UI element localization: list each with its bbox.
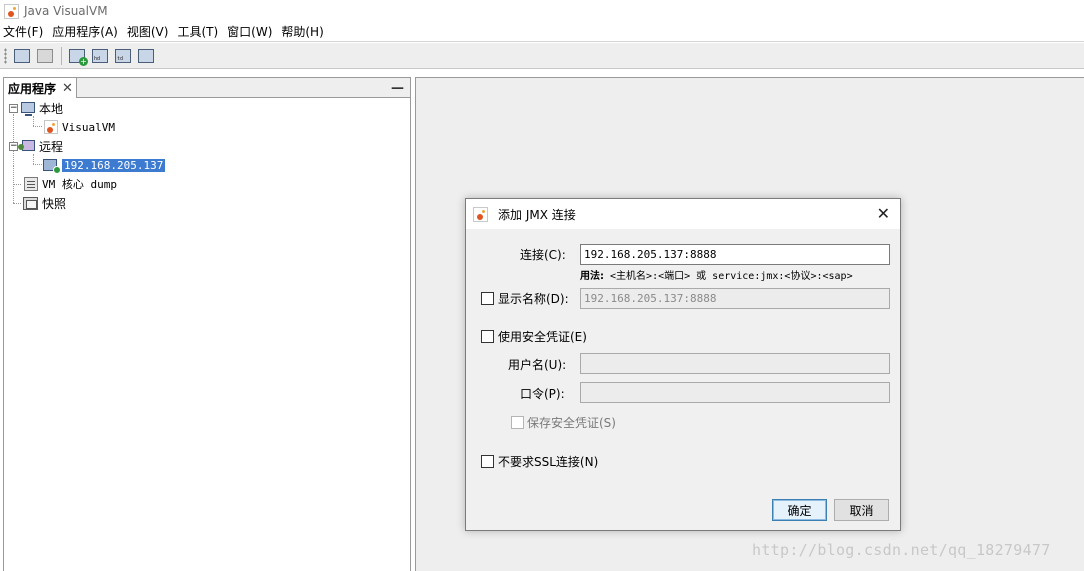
minimize-icon[interactable]: — <box>391 81 404 96</box>
toolbar: + hd td <box>0 43 1084 69</box>
tree-node-remote[interactable]: − 远程 <box>9 137 63 155</box>
tree-label-snapshots: 快照 <box>42 196 67 211</box>
tree-node-remote-host[interactable]: 192.168.205.137 <box>43 156 166 174</box>
visualvm-app-icon <box>473 206 488 222</box>
save-button[interactable] <box>36 47 54 65</box>
dialog-body: 连接(C): 192.168.205.137:8888 用法: <主机名>:<端… <box>466 229 900 531</box>
tree-label-local: 本地 <box>39 101 64 116</box>
menu-window[interactable]: 窗口(W) <box>227 23 272 40</box>
core-dump-icon <box>23 176 39 192</box>
usage-prefix: 用法: <box>580 271 604 282</box>
visualvm-app-icon <box>4 3 19 19</box>
window-title: Java VisualVM <box>24 4 108 18</box>
load-snapshot-icon <box>14 48 30 63</box>
username-input[interactable] <box>580 353 890 374</box>
add-jmx-connection-button[interactable]: + <box>68 47 88 66</box>
remote-host-group-icon <box>18 139 36 154</box>
tree-node-snapshots[interactable]: 快照 <box>23 194 66 212</box>
close-icon[interactable]: ✕ <box>877 204 890 223</box>
java-application-icon <box>43 119 59 135</box>
computer-icon <box>20 101 36 116</box>
save-icon <box>37 48 53 63</box>
no-ssl-checkbox[interactable] <box>481 455 494 468</box>
save-credentials-checkbox[interactable] <box>511 416 524 429</box>
application-snapshot-icon <box>138 48 154 63</box>
use-security-checkbox[interactable] <box>481 330 494 343</box>
applications-panel-tabbar: 应用程序 ✕ — <box>4 78 410 98</box>
usage-text: <主机名>:<端口> 或 service:jmx:<协议>:<sap> <box>610 271 853 282</box>
tree-node-local[interactable]: − 本地 <box>9 99 63 117</box>
application-snapshot-button[interactable] <box>137 47 155 65</box>
close-icon[interactable]: ✕ <box>62 81 73 96</box>
thread-dump-icon: td <box>115 48 131 63</box>
add-jmx-connection-icon: + <box>69 48 88 66</box>
tree-label-remote: 远程 <box>39 139 64 154</box>
password-label: 口令(P): <box>520 387 565 401</box>
menu-tools[interactable]: 工具(T) <box>177 23 218 40</box>
toolbar-grip[interactable] <box>4 47 7 64</box>
display-name-input[interactable]: 192.168.205.137:8888 <box>580 288 890 309</box>
display-name-checkbox[interactable] <box>481 292 494 305</box>
window-titlebar: Java VisualVM <box>0 0 1084 22</box>
menu-view[interactable]: 视图(V) <box>127 23 169 40</box>
tab-applications[interactable]: 应用程序 ✕ <box>4 78 77 98</box>
connection-label: 连接(C): <box>520 248 566 262</box>
tree-node-core-dump[interactable]: VM 核心 dump <box>23 175 117 193</box>
tree-label-visualvm: VisualVM <box>62 120 115 134</box>
tree-toggle-local[interactable]: − <box>9 103 18 113</box>
toolbar-separator <box>61 46 62 65</box>
no-ssl-label: 不要求SSL连接(N) <box>498 455 599 469</box>
dialog-titlebar: 添加 JMX 连接 ✕ <box>466 199 900 229</box>
tree-label-remote-host: 192.168.205.137 <box>62 158 166 172</box>
tab-applications-label: 应用程序 <box>8 81 57 96</box>
load-snapshot-button[interactable] <box>13 47 31 65</box>
tree-label-core-dump: VM 核心 dump <box>42 178 117 191</box>
usage-hint: 用法: <主机名>:<端口> 或 service:jmx:<协议>:<sap> <box>580 267 853 282</box>
display-name-label: 显示名称(D): <box>498 292 569 306</box>
thread-dump-button[interactable]: td <box>114 47 132 65</box>
heap-dump-icon: hd <box>92 48 108 63</box>
watermark: http://blog.csdn.net/qq_18279477 <box>752 541 1051 559</box>
dialog-title: 添加 JMX 连接 <box>498 207 576 222</box>
menu-help[interactable]: 帮助(H) <box>281 23 323 40</box>
snapshots-icon <box>23 196 39 211</box>
remote-host-icon <box>43 158 61 174</box>
username-label: 用户名(U): <box>508 358 567 372</box>
use-security-label: 使用安全凭证(E) <box>498 330 587 344</box>
connection-input[interactable]: 192.168.205.137:8888 <box>580 244 890 265</box>
save-credentials-label: 保存安全凭证(S) <box>527 416 616 430</box>
tree-node-visualvm[interactable]: VisualVM <box>43 118 115 136</box>
menu-file[interactable]: 文件(F) <box>3 23 43 40</box>
ok-button[interactable]: 确定 <box>772 499 827 521</box>
heap-dump-button[interactable]: hd <box>91 47 109 65</box>
applications-panel: 应用程序 ✕ — − 本地 VisualVM − 远程 192.168.205.… <box>3 77 411 571</box>
add-jmx-connection-dialog: 添加 JMX 连接 ✕ 连接(C): 192.168.205.137:8888 … <box>465 198 901 531</box>
tree-toggle-remote[interactable]: − <box>9 141 18 151</box>
cancel-button[interactable]: 取消 <box>834 499 889 521</box>
menu-applications[interactable]: 应用程序(A) <box>52 23 118 40</box>
password-input[interactable] <box>580 382 890 403</box>
menubar: 文件(F) 应用程序(A) 视图(V) 工具(T) 窗口(W) 帮助(H) <box>0 22 1084 42</box>
